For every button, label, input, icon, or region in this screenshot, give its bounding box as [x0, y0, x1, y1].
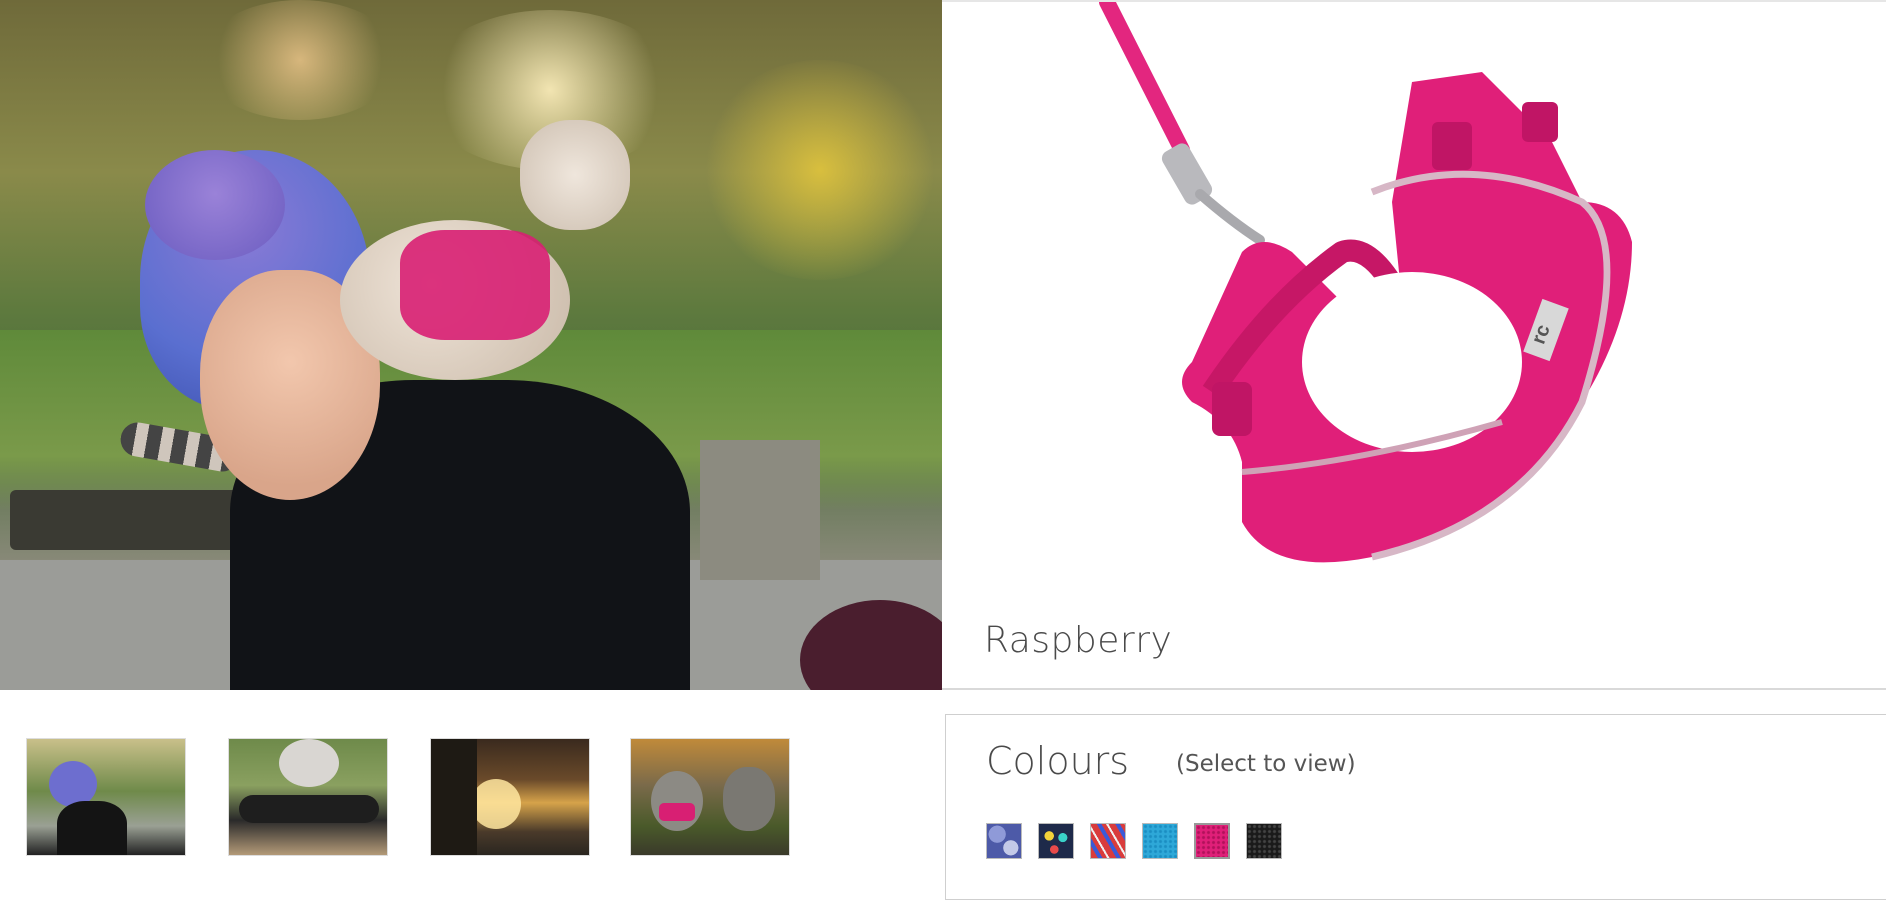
- background-post: [700, 440, 820, 580]
- thumbnail-4[interactable]: [630, 738, 790, 856]
- thumb-cat: [723, 767, 775, 831]
- thumbnail-3[interactable]: [430, 738, 590, 856]
- harness-product-image: rc: [1099, 2, 1632, 563]
- swatch-stripe-red-blue[interactable]: [1090, 823, 1126, 859]
- background-light: [200, 0, 400, 120]
- background-foliage: [700, 60, 940, 280]
- cat-head: [520, 120, 630, 230]
- thumbnail-strip: [0, 690, 942, 910]
- person-hair-bun: [145, 150, 285, 260]
- swatch-camo-purple[interactable]: [986, 823, 1022, 859]
- selected-colour-name: Raspberry: [984, 620, 1173, 661]
- thumbnail-2[interactable]: [228, 738, 388, 856]
- colours-heading: Colours: [986, 739, 1130, 783]
- thumb-harness: [659, 803, 695, 821]
- thumb-cat: [239, 795, 379, 823]
- thumb-figure: [57, 801, 127, 855]
- swatch-splash-navy[interactable]: [1038, 823, 1074, 859]
- colours-panel: Colours (Select to view): [945, 714, 1886, 900]
- background-bench: [10, 490, 260, 550]
- thumb-figure: [279, 739, 339, 787]
- product-image-panel: rc Raspberry: [942, 0, 1886, 690]
- colour-swatch-list: [986, 823, 1282, 859]
- hero-photo: [0, 0, 942, 690]
- swatch-raspberry[interactable]: [1194, 823, 1230, 859]
- thumbnail-1[interactable]: [26, 738, 186, 856]
- thumb-sunlight: [471, 779, 521, 829]
- thumb-figure: [431, 739, 477, 855]
- swatch-black[interactable]: [1246, 823, 1282, 859]
- cat-harness: [400, 230, 550, 340]
- thumb-cat: [651, 771, 703, 831]
- swatch-blue[interactable]: [1142, 823, 1178, 859]
- colours-hint: (Select to view): [1176, 751, 1356, 777]
